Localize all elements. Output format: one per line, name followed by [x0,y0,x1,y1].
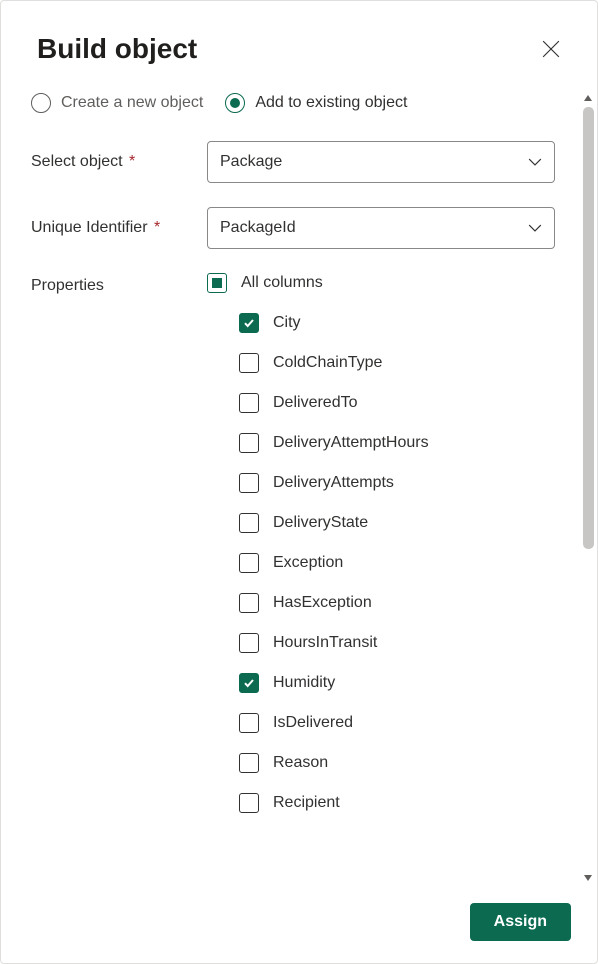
unique-identifier-label: Unique Identifier * [31,219,207,237]
radio-add-existing[interactable]: Add to existing object [225,93,407,113]
panel-footer: Assign [1,887,597,963]
panel-header: Build object [1,1,597,89]
checkbox-label: City [273,314,301,332]
checkbox-icon [239,313,259,333]
close-icon [542,40,560,58]
checkbox-icon [239,793,259,813]
checkbox-label: Humidity [273,674,335,692]
checkbox-row[interactable]: HasException [239,593,555,613]
radio-icon [225,93,245,113]
checkbox-label: HasException [273,594,372,612]
checkbox-icon [239,513,259,533]
properties-list: All columns City ColdChainType DeliveredTo… [207,273,555,833]
checkbox-icon [207,273,227,293]
build-object-panel: Build object Create a new object Add to … [0,0,598,964]
checkbox-icon [239,713,259,733]
checkbox-label: HoursInTransit [273,634,377,652]
checkbox-row[interactable]: ColdChainType [239,353,555,373]
scrollbar[interactable] [579,89,597,887]
checkbox-row[interactable]: IsDelivered [239,713,555,733]
panel-body: Create a new object Add to existing obje… [1,89,597,887]
properties-section: Properties All columns City ColdChainType… [31,273,555,833]
checkbox-row[interactable]: HoursInTransit [239,633,555,653]
checkbox-icon [239,433,259,453]
checkbox-icon [239,753,259,773]
radio-icon [31,93,51,113]
checkbox-label: IsDelivered [273,714,353,732]
checkbox-icon [239,553,259,573]
properties-label: Properties [31,273,207,295]
checkbox-row[interactable]: DeliveryAttempts [239,473,555,493]
dropdown-value: Package [220,153,282,171]
unique-identifier-row: Unique Identifier * PackageId [31,207,555,249]
panel-title: Build object [37,33,197,65]
radio-create-new[interactable]: Create a new object [31,93,203,113]
checkbox-label: DeliveryState [273,514,368,532]
scroll-track[interactable] [579,107,597,869]
checkbox-icon [239,593,259,613]
select-object-dropdown[interactable]: Package [207,141,555,183]
checkbox-label: ColdChainType [273,354,382,372]
checkbox-row[interactable]: DeliveryAttemptHours [239,433,555,453]
checkbox-icon [239,673,259,693]
checkbox-row[interactable]: Humidity [239,673,555,693]
scroll-area: Create a new object Add to existing obje… [1,89,579,887]
scroll-down-button[interactable] [579,869,597,887]
checkbox-row[interactable]: City [239,313,555,333]
mode-radio-group: Create a new object Add to existing obje… [31,89,555,113]
required-asterisk: * [125,153,136,170]
required-asterisk: * [150,219,161,236]
checkbox-icon [239,633,259,653]
checkbox-label: Reason [273,754,328,772]
scroll-up-button[interactable] [579,89,597,107]
checkbox-label: DeliveryAttemptHours [273,434,429,452]
close-button[interactable] [537,35,565,63]
checkbox-icon [239,393,259,413]
radio-label: Add to existing object [255,94,407,112]
checkbox-label: DeliveredTo [273,394,357,412]
checkbox-row[interactable]: Exception [239,553,555,573]
assign-button[interactable]: Assign [470,903,571,941]
checkbox-icon [239,473,259,493]
triangle-up-icon [583,93,593,103]
checkbox-icon [239,353,259,373]
checkbox-row[interactable]: Reason [239,753,555,773]
select-object-row: Select object * Package [31,141,555,183]
checkbox-row[interactable]: DeliveryState [239,513,555,533]
properties-items: City ColdChainType DeliveredTo DeliveryAtte… [207,313,555,813]
select-object-label: Select object * [31,153,207,171]
chevron-down-icon [528,155,542,169]
checkbox-row-all-columns[interactable]: All columns [207,273,555,293]
checkbox-label: DeliveryAttempts [273,474,394,492]
scroll-thumb[interactable] [583,107,594,549]
triangle-down-icon [583,873,593,883]
checkbox-row[interactable]: Recipient [239,793,555,813]
unique-identifier-dropdown[interactable]: PackageId [207,207,555,249]
checkbox-label: Exception [273,554,343,572]
checkbox-label: Recipient [273,794,340,812]
checkbox-row[interactable]: DeliveredTo [239,393,555,413]
dropdown-value: PackageId [220,219,296,237]
checkbox-label: All columns [241,274,323,292]
chevron-down-icon [528,221,542,235]
radio-label: Create a new object [61,94,203,112]
